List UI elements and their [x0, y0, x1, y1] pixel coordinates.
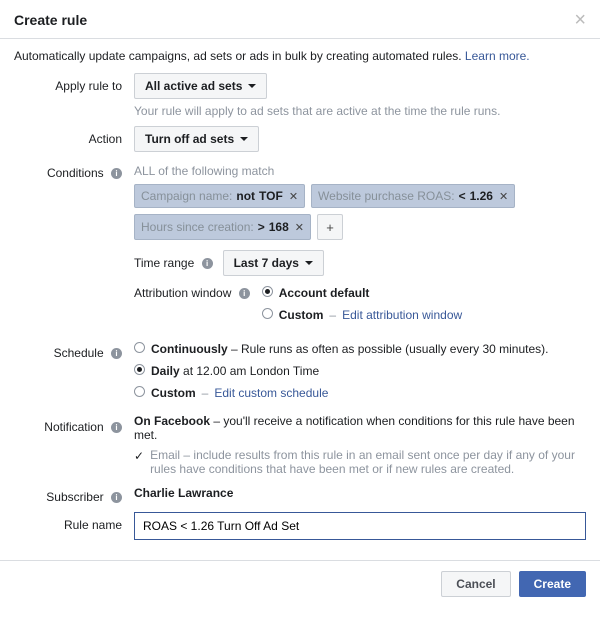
schedule-continuous-desc: – Rule runs as often as possible (usuall…: [228, 342, 549, 356]
info-icon[interactable]: i: [111, 348, 122, 359]
caret-down-icon: [248, 84, 256, 88]
rule-name-input[interactable]: [134, 512, 586, 540]
label-schedule: Schedule i: [14, 340, 134, 360]
action-select[interactable]: Turn off ad sets: [134, 126, 259, 152]
chip-val: 168: [269, 220, 289, 234]
chip-field: Website purchase ROAS:: [318, 189, 455, 203]
schedule-daily: Daily: [151, 364, 180, 378]
apply-rule-value: All active ad sets: [145, 79, 242, 93]
chip-field: Campaign name:: [141, 189, 232, 203]
chip-val: TOF: [259, 189, 283, 203]
time-range-select[interactable]: Last 7 days: [223, 250, 324, 276]
label-rule-name: Rule name: [14, 512, 134, 532]
notification-fb: On Facebook: [134, 414, 210, 428]
time-range-label: Time range i: [134, 256, 213, 270]
create-button[interactable]: Create: [519, 571, 586, 597]
chip-op: <: [459, 189, 466, 203]
label-notification: Notification i: [14, 414, 134, 434]
time-range-value: Last 7 days: [234, 256, 299, 270]
time-range-text: Time range: [134, 256, 194, 270]
radio-schedule-daily[interactable]: [134, 364, 145, 375]
schedule-continuous: Continuously: [151, 342, 228, 356]
label-apply-rule: Apply rule to: [14, 73, 134, 93]
edit-schedule-link[interactable]: Edit custom schedule: [214, 386, 328, 400]
close-icon[interactable]: ✕: [289, 190, 298, 203]
intro-span: Automatically update campaigns, ad sets …: [14, 49, 465, 63]
close-icon[interactable]: ×: [574, 10, 586, 30]
caret-down-icon: [240, 137, 248, 141]
dialog-title: Create rule: [14, 12, 87, 28]
radio-schedule-continuous[interactable]: [134, 342, 145, 353]
add-condition-button[interactable]: +: [317, 214, 343, 240]
info-icon[interactable]: i: [239, 288, 250, 299]
subscriber-label-text: Subscriber: [46, 490, 103, 504]
label-conditions: Conditions i: [14, 160, 134, 180]
cancel-button[interactable]: Cancel: [441, 571, 510, 597]
label-subscriber: Subscriber i: [14, 484, 134, 504]
schedule-custom: Custom: [151, 386, 196, 400]
attribution-label: Attribution window i: [134, 284, 250, 300]
chip-val: 1.26: [470, 189, 493, 203]
conditions-header: ALL of the following match: [134, 160, 586, 178]
condition-chip[interactable]: Hours since creation: > 168 ✕: [134, 214, 311, 240]
radio-schedule-custom[interactable]: [134, 386, 145, 397]
apply-rule-select[interactable]: All active ad sets: [134, 73, 267, 99]
info-icon[interactable]: i: [111, 168, 122, 179]
action-value: Turn off ad sets: [145, 132, 234, 146]
notification-label-text: Notification: [44, 420, 103, 434]
radio-attribution-default[interactable]: [262, 286, 273, 297]
caret-down-icon: [305, 261, 313, 265]
condition-chip[interactable]: Website purchase ROAS: < 1.26 ✕: [311, 184, 515, 208]
label-action: Action: [14, 126, 134, 146]
schedule-label-text: Schedule: [54, 346, 104, 360]
info-icon[interactable]: i: [202, 258, 213, 269]
attribution-text: Attribution window: [134, 286, 231, 300]
attribution-default: Account default: [279, 286, 370, 300]
apply-rule-help: Your rule will apply to ad sets that are…: [134, 104, 586, 118]
subscriber-name: Charlie Lawrance: [134, 484, 586, 500]
chip-op: >: [258, 220, 265, 234]
info-icon[interactable]: i: [111, 422, 122, 433]
notification-email-desc: – include results from this rule in an e…: [150, 448, 575, 476]
conditions-label-text: Conditions: [47, 166, 104, 180]
chip-op: not: [236, 189, 255, 203]
chip-field: Hours since creation:: [141, 220, 254, 234]
close-icon[interactable]: ✕: [499, 190, 508, 203]
close-icon[interactable]: ✕: [295, 221, 304, 234]
checkmark-icon[interactable]: ✓: [134, 449, 144, 463]
radio-attribution-custom[interactable]: [262, 308, 273, 319]
notification-email: Email: [150, 448, 180, 462]
schedule-daily-desc: at 12.00 am London Time: [180, 364, 319, 378]
info-icon[interactable]: i: [111, 492, 122, 503]
condition-chip[interactable]: Campaign name: not TOF ✕: [134, 184, 305, 208]
attribution-custom: Custom: [279, 308, 324, 322]
edit-attribution-link[interactable]: Edit attribution window: [342, 308, 462, 322]
learn-more-link[interactable]: Learn more.: [465, 49, 530, 63]
intro-text: Automatically update campaigns, ad sets …: [14, 49, 586, 63]
